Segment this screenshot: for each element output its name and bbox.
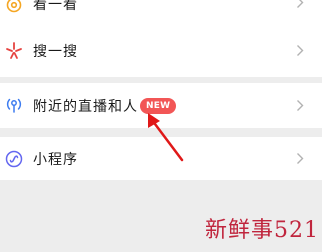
watermark: 新鲜事521	[205, 218, 319, 243]
